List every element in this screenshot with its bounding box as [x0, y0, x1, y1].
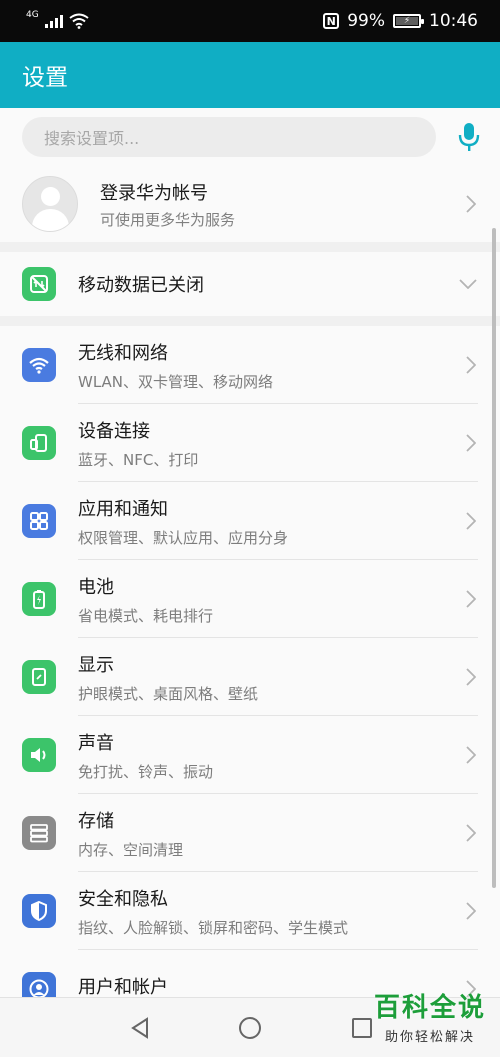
microphone-icon[interactable] [456, 117, 482, 157]
huawei-account-row[interactable]: 登录华为帐号 可使用更多华为服务 [0, 166, 500, 242]
network-type: 4G [26, 10, 39, 20]
settings-item-title: 无线和网络 [78, 342, 168, 364]
speaker-icon [22, 738, 56, 772]
battery-status-icon: ⚡ [393, 14, 424, 28]
battery-percent: 99% [347, 11, 385, 31]
back-icon[interactable] [126, 1014, 154, 1042]
battery-icon [22, 582, 56, 616]
chevron-right-icon [464, 432, 478, 454]
settings-item-display[interactable]: 显示 护眼模式、桌面风格、壁纸 [0, 638, 500, 716]
device-connection-icon [22, 426, 56, 460]
status-bar: 4G N 99% ⚡ 10:46 [0, 0, 500, 42]
settings-item-wireless[interactable]: 无线和网络 WLAN、双卡管理、移动网络 [0, 326, 500, 404]
settings-list[interactable]: 搜索设置项... 登录华为帐号 可使用更多华为服务 移动数据已关闭 无线和网络 … [0, 108, 500, 997]
settings-item-security[interactable]: 安全和隐私 指纹、人脸解锁、锁屏和密码、学生模式 [0, 872, 500, 950]
settings-item-sound[interactable]: 声音 免打扰、铃声、振动 [0, 716, 500, 794]
chevron-right-icon [464, 588, 478, 610]
settings-item-subtitle: 免打扰、铃声、振动 [78, 762, 214, 781]
settings-item-subtitle: 内存、空间清理 [78, 840, 184, 859]
recent-apps-icon[interactable] [348, 1014, 376, 1042]
home-icon[interactable] [236, 1014, 264, 1042]
settings-item-title: 存储 [78, 810, 114, 832]
account-subtitle: 可使用更多华为服务 [100, 210, 236, 229]
mobile-data-text: 移动数据已关闭 [78, 271, 450, 297]
settings-item-text: 设备连接 蓝牙、NFC、打印 [78, 417, 456, 470]
settings-item-title: 电池 [78, 576, 114, 598]
chevron-right-icon [464, 193, 478, 215]
watermark-subtitle: 助你轻松解决 [384, 1030, 475, 1045]
mobile-data-title: 移动数据已关闭 [78, 275, 204, 296]
chevron-right-icon [464, 900, 478, 922]
storage-icon [22, 816, 56, 850]
settings-item-text: 显示 护眼模式、桌面风格、壁纸 [78, 651, 456, 704]
avatar [22, 176, 78, 232]
settings-item-subtitle: 权限管理、默认应用、应用分身 [78, 528, 289, 547]
user-icon [22, 972, 56, 997]
watermark-logo: 百科全说 助你轻松解决 [374, 987, 486, 1045]
chevron-right-icon [464, 822, 478, 844]
display-icon [22, 660, 56, 694]
settings-item-title: 应用和通知 [78, 498, 168, 520]
chevron-down-icon[interactable] [458, 273, 478, 295]
settings-item-storage[interactable]: 存储 内存、空间清理 [0, 794, 500, 872]
mobile-data-row[interactable]: 移动数据已关闭 [0, 252, 500, 316]
status-right: N 99% ⚡ 10:46 [323, 11, 478, 31]
settings-item-subtitle: WLAN、双卡管理、移动网络 [78, 372, 274, 391]
account-text: 登录华为帐号 可使用更多华为服务 [100, 179, 456, 230]
settings-item-subtitle: 蓝牙、NFC、打印 [78, 450, 199, 469]
wifi-status-icon [69, 13, 89, 29]
settings-item-title: 声音 [78, 732, 114, 754]
search-row: 搜索设置项... [0, 108, 500, 166]
navigation-bar: 百科全说 助你轻松解决 [0, 993, 500, 1057]
settings-item-text: 无线和网络 WLAN、双卡管理、移动网络 [78, 339, 456, 392]
status-left: 4G [26, 10, 89, 29]
settings-item-text: 应用和通知 权限管理、默认应用、应用分身 [78, 495, 456, 548]
settings-item-text: 存储 内存、空间清理 [78, 807, 456, 860]
mobile-data-off-icon [22, 267, 56, 301]
signal-icon [44, 14, 63, 28]
section-divider [0, 242, 500, 252]
nfc-icon: N [323, 13, 340, 29]
clock: 10:46 [429, 11, 478, 31]
settings-item-title: 显示 [78, 654, 114, 676]
settings-item-text: 电池 省电模式、耗电排行 [78, 573, 456, 626]
wifi-icon [22, 348, 56, 382]
scrollbar[interactable] [492, 228, 496, 888]
settings-item-battery[interactable]: 电池 省电模式、耗电排行 [0, 560, 500, 638]
settings-item-text: 声音 免打扰、铃声、振动 [78, 729, 456, 782]
settings-item-apps[interactable]: 应用和通知 权限管理、默认应用、应用分身 [0, 482, 500, 560]
settings-item-device-connection[interactable]: 设备连接 蓝牙、NFC、打印 [0, 404, 500, 482]
shield-icon [22, 894, 56, 928]
section-divider [0, 316, 500, 326]
settings-item-title: 安全和隐私 [78, 888, 168, 910]
search-input[interactable]: 搜索设置项... [22, 117, 436, 157]
settings-item-text: 安全和隐私 指纹、人脸解锁、锁屏和密码、学生模式 [78, 885, 456, 938]
app-bar: 设置 [0, 42, 500, 108]
search-placeholder: 搜索设置项... [44, 129, 140, 148]
apps-grid-icon [22, 504, 56, 538]
settings-item-subtitle: 护眼模式、桌面风格、壁纸 [78, 684, 259, 703]
chevron-right-icon [464, 510, 478, 532]
account-title: 登录华为帐号 [100, 182, 208, 204]
watermark-title: 百科全说 [373, 993, 486, 1023]
page-title: 设置 [22, 65, 68, 91]
chevron-right-icon [464, 666, 478, 688]
chevron-right-icon [464, 354, 478, 376]
settings-item-title: 设备连接 [78, 420, 150, 442]
chevron-right-icon [464, 744, 478, 766]
settings-item-subtitle: 指纹、人脸解锁、锁屏和密码、学生模式 [78, 918, 349, 937]
settings-item-subtitle: 省电模式、耗电排行 [78, 606, 214, 625]
